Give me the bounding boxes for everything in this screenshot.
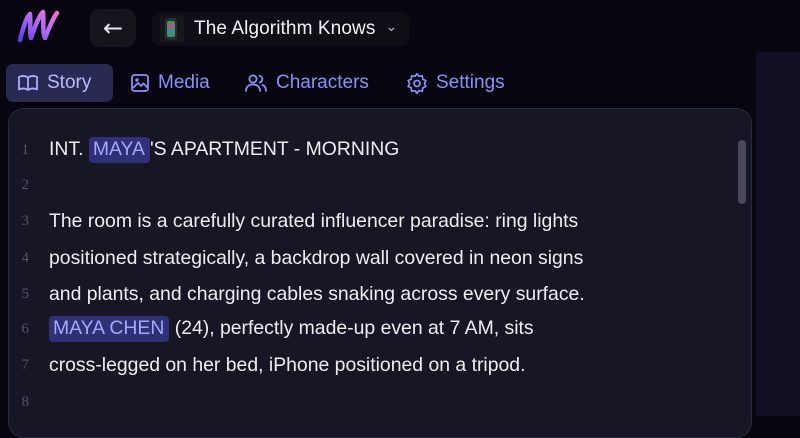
tab-label: Characters — [276, 72, 369, 93]
line-text-pre: INT. — [49, 138, 89, 161]
book-icon — [18, 75, 38, 91]
project-thumbnail — [160, 15, 184, 43]
project-selector[interactable]: The Algorithm Knows ⌄ — [152, 12, 410, 46]
line-text: The room is a carefully curated influenc… — [49, 209, 579, 232]
line-number: 6 — [21, 320, 30, 337]
line-number: 8 — [21, 393, 30, 410]
top-bar: ← The Algorithm Knows ⌄ — [0, 0, 800, 58]
editor-line[interactable]: 3 The room is a carefully curated influe… — [9, 206, 739, 236]
back-button[interactable]: ← — [90, 9, 136, 47]
line-number: 1 — [21, 141, 30, 158]
gear-icon — [407, 72, 427, 94]
image-icon — [131, 74, 149, 92]
tab-story[interactable]: Story — [6, 64, 113, 102]
tab-label: Media — [158, 72, 210, 93]
tab-label: Story — [47, 72, 92, 93]
line-text: cross-legged on her bed, iPhone position… — [49, 353, 526, 376]
editor-line[interactable]: 5 and plants, and charging cables snakin… — [9, 279, 739, 309]
script-editor[interactable]: 1 INT. MAYA 'S APARTMENT - MORNING 2 3 Th… — [8, 108, 752, 438]
users-icon — [245, 74, 267, 92]
editor-line[interactable]: 2 — [9, 170, 739, 200]
arrow-left-icon: ← — [102, 14, 124, 42]
chevron-down-icon: ⌄ — [385, 19, 398, 35]
character-tag[interactable]: MAYA — [88, 137, 150, 163]
character-tag[interactable]: MAYA CHEN — [49, 316, 170, 342]
app-logo[interactable] — [14, 6, 64, 48]
line-text: positioned strategically, a backdrop wal… — [49, 246, 584, 269]
line-number: 5 — [21, 285, 30, 302]
editor-line[interactable]: 4 positioned strategically, a backdrop w… — [9, 243, 739, 273]
tab-bar: Story Media Characters Settings — [0, 64, 760, 102]
line-text: MAYA CHEN (24), perfectly made-up even a… — [49, 316, 534, 342]
editor-line[interactable]: 8 — [9, 387, 739, 417]
line-text-post: (24), perfectly made-up even at 7 AM, si… — [169, 317, 534, 340]
editor-line[interactable]: 1 INT. MAYA 'S APARTMENT - MORNING — [9, 135, 739, 165]
side-panel-edge — [756, 52, 800, 416]
project-title: The Algorithm Knows — [194, 18, 376, 39]
line-number: 3 — [21, 212, 30, 229]
tab-characters[interactable]: Characters — [233, 64, 380, 102]
line-text: INT. MAYA 'S APARTMENT - MORNING — [49, 137, 400, 163]
line-text: and plants, and charging cables snaking … — [49, 282, 585, 305]
tab-settings[interactable]: Settings — [395, 64, 516, 102]
tab-media[interactable]: Media — [119, 64, 221, 102]
line-number: 7 — [21, 356, 30, 373]
line-number: 2 — [21, 176, 30, 193]
editor-line[interactable]: 7 cross-legged on her bed, iPhone positi… — [9, 350, 739, 380]
line-text-post: 'S APARTMENT - MORNING — [149, 138, 400, 161]
line-number: 4 — [21, 249, 30, 266]
editor-scrollbar[interactable] — [738, 140, 746, 204]
tab-label: Settings — [436, 72, 505, 93]
editor-line[interactable]: 6 MAYA CHEN (24), perfectly made-up even… — [9, 314, 739, 344]
